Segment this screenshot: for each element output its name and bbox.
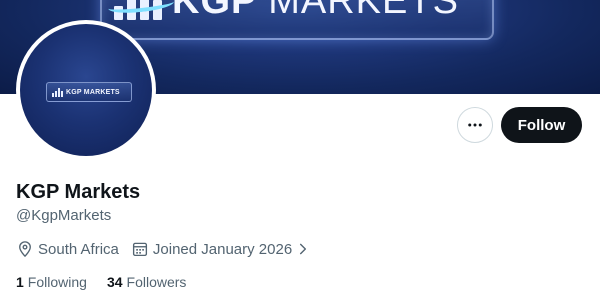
chevron-right-icon	[300, 243, 307, 255]
avatar[interactable]: KGP MARKETS	[16, 20, 156, 160]
following-link[interactable]: 1 Following	[16, 273, 87, 291]
profile-joined-text: Joined January 2026	[152, 240, 293, 258]
banner-logo-word-kgp: KGP	[172, 0, 257, 22]
followers-count: 34	[106, 274, 123, 290]
banner-logo-word-markets: MARKETS	[268, 0, 459, 22]
chart-bars-icon	[107, 0, 175, 20]
followers-link[interactable]: 34 Followers	[107, 273, 186, 291]
followers-label: Followers	[126, 274, 187, 290]
location-pin-icon	[19, 241, 31, 258]
more-horizontal-icon	[468, 123, 482, 127]
avatar-logo-text: KGP MARKETS	[66, 88, 120, 96]
profile-location-text: South Africa	[38, 240, 119, 258]
following-label: Following	[27, 274, 87, 290]
profile-joined-link[interactable]: Joined January 2026	[131, 240, 310, 258]
profile-display-name: KGP Markets	[16, 181, 141, 203]
profile-handle: @KgpMarkets	[16, 207, 112, 224]
follow-button[interactable]: Follow	[501, 107, 582, 143]
chart-bars-icon	[52, 87, 63, 97]
profile-location: South Africa	[16, 240, 119, 258]
banner-logo-text: KGP MARKETS	[172, 0, 459, 20]
profile-meta: South Africa Joined January 2026	[16, 239, 322, 259]
calendar-icon	[132, 242, 147, 257]
avatar-image: KGP MARKETS	[20, 24, 152, 156]
following-count: 1	[16, 274, 24, 290]
avatar-logo: KGP MARKETS	[46, 82, 132, 102]
profile-stats: 1 Following 34 Followers	[16, 273, 186, 291]
banner-logo: KGP MARKETS	[107, 0, 459, 20]
more-options-button[interactable]	[457, 107, 493, 143]
